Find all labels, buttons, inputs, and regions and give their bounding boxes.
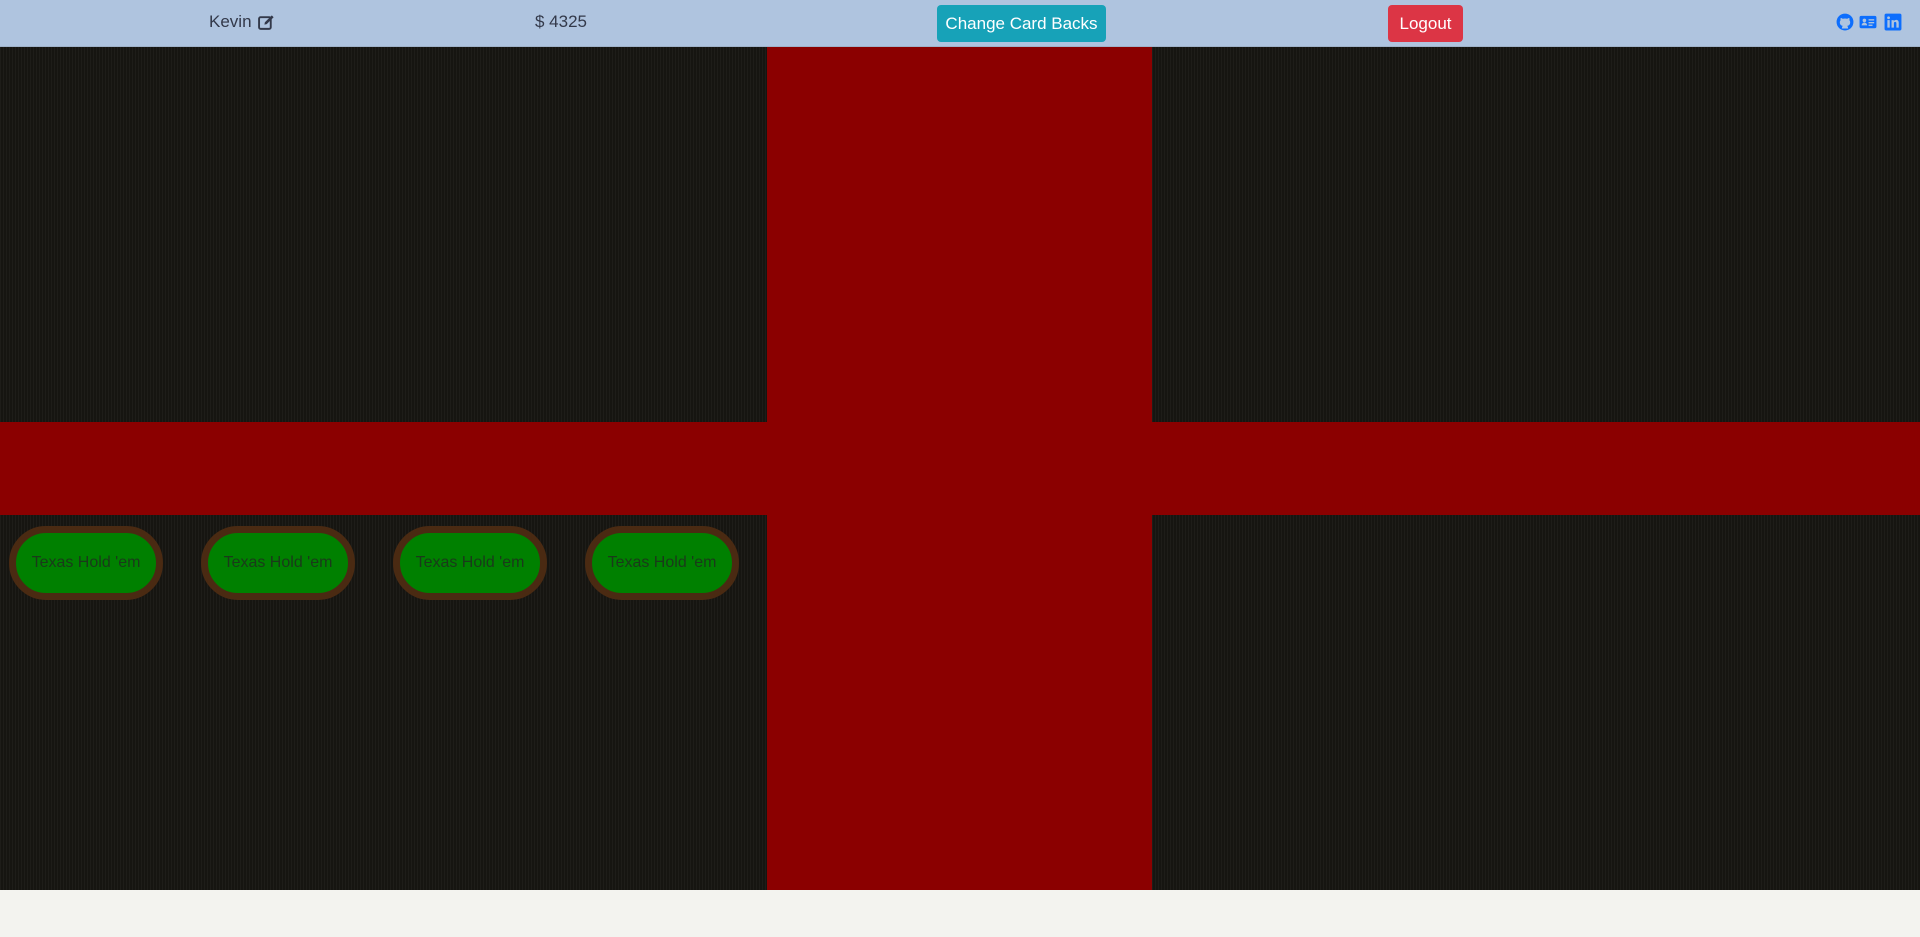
top-navbar: Kevin $ 4325 Change Card Backs Logout [0,0,1920,47]
texas-holdem-table-button[interactable]: Texas Hold 'em [393,526,547,600]
texas-holdem-table-button[interactable]: Texas Hold 'em [9,526,163,600]
game-lobby: Texas Hold 'em Texas Hold 'em Texas Hold… [0,47,1920,890]
texas-holdem-table-button[interactable]: Texas Hold 'em [585,526,739,600]
username-label: Kevin [209,12,252,31]
texas-holdem-table-button[interactable]: Texas Hold 'em [201,526,355,600]
edit-icon[interactable] [257,14,275,31]
contact-card-icon[interactable] [1859,13,1877,31]
github-icon[interactable] [1836,13,1854,31]
page-footer [0,890,1920,937]
linkedin-icon[interactable] [1884,13,1902,31]
balance-display: $ 4325 [535,12,587,31]
change-card-backs-button[interactable]: Change Card Backs [937,5,1106,42]
logout-button[interactable]: Logout [1388,5,1463,42]
red-horizontal-band [0,422,1920,515]
user-profile: Kevin [209,12,275,32]
